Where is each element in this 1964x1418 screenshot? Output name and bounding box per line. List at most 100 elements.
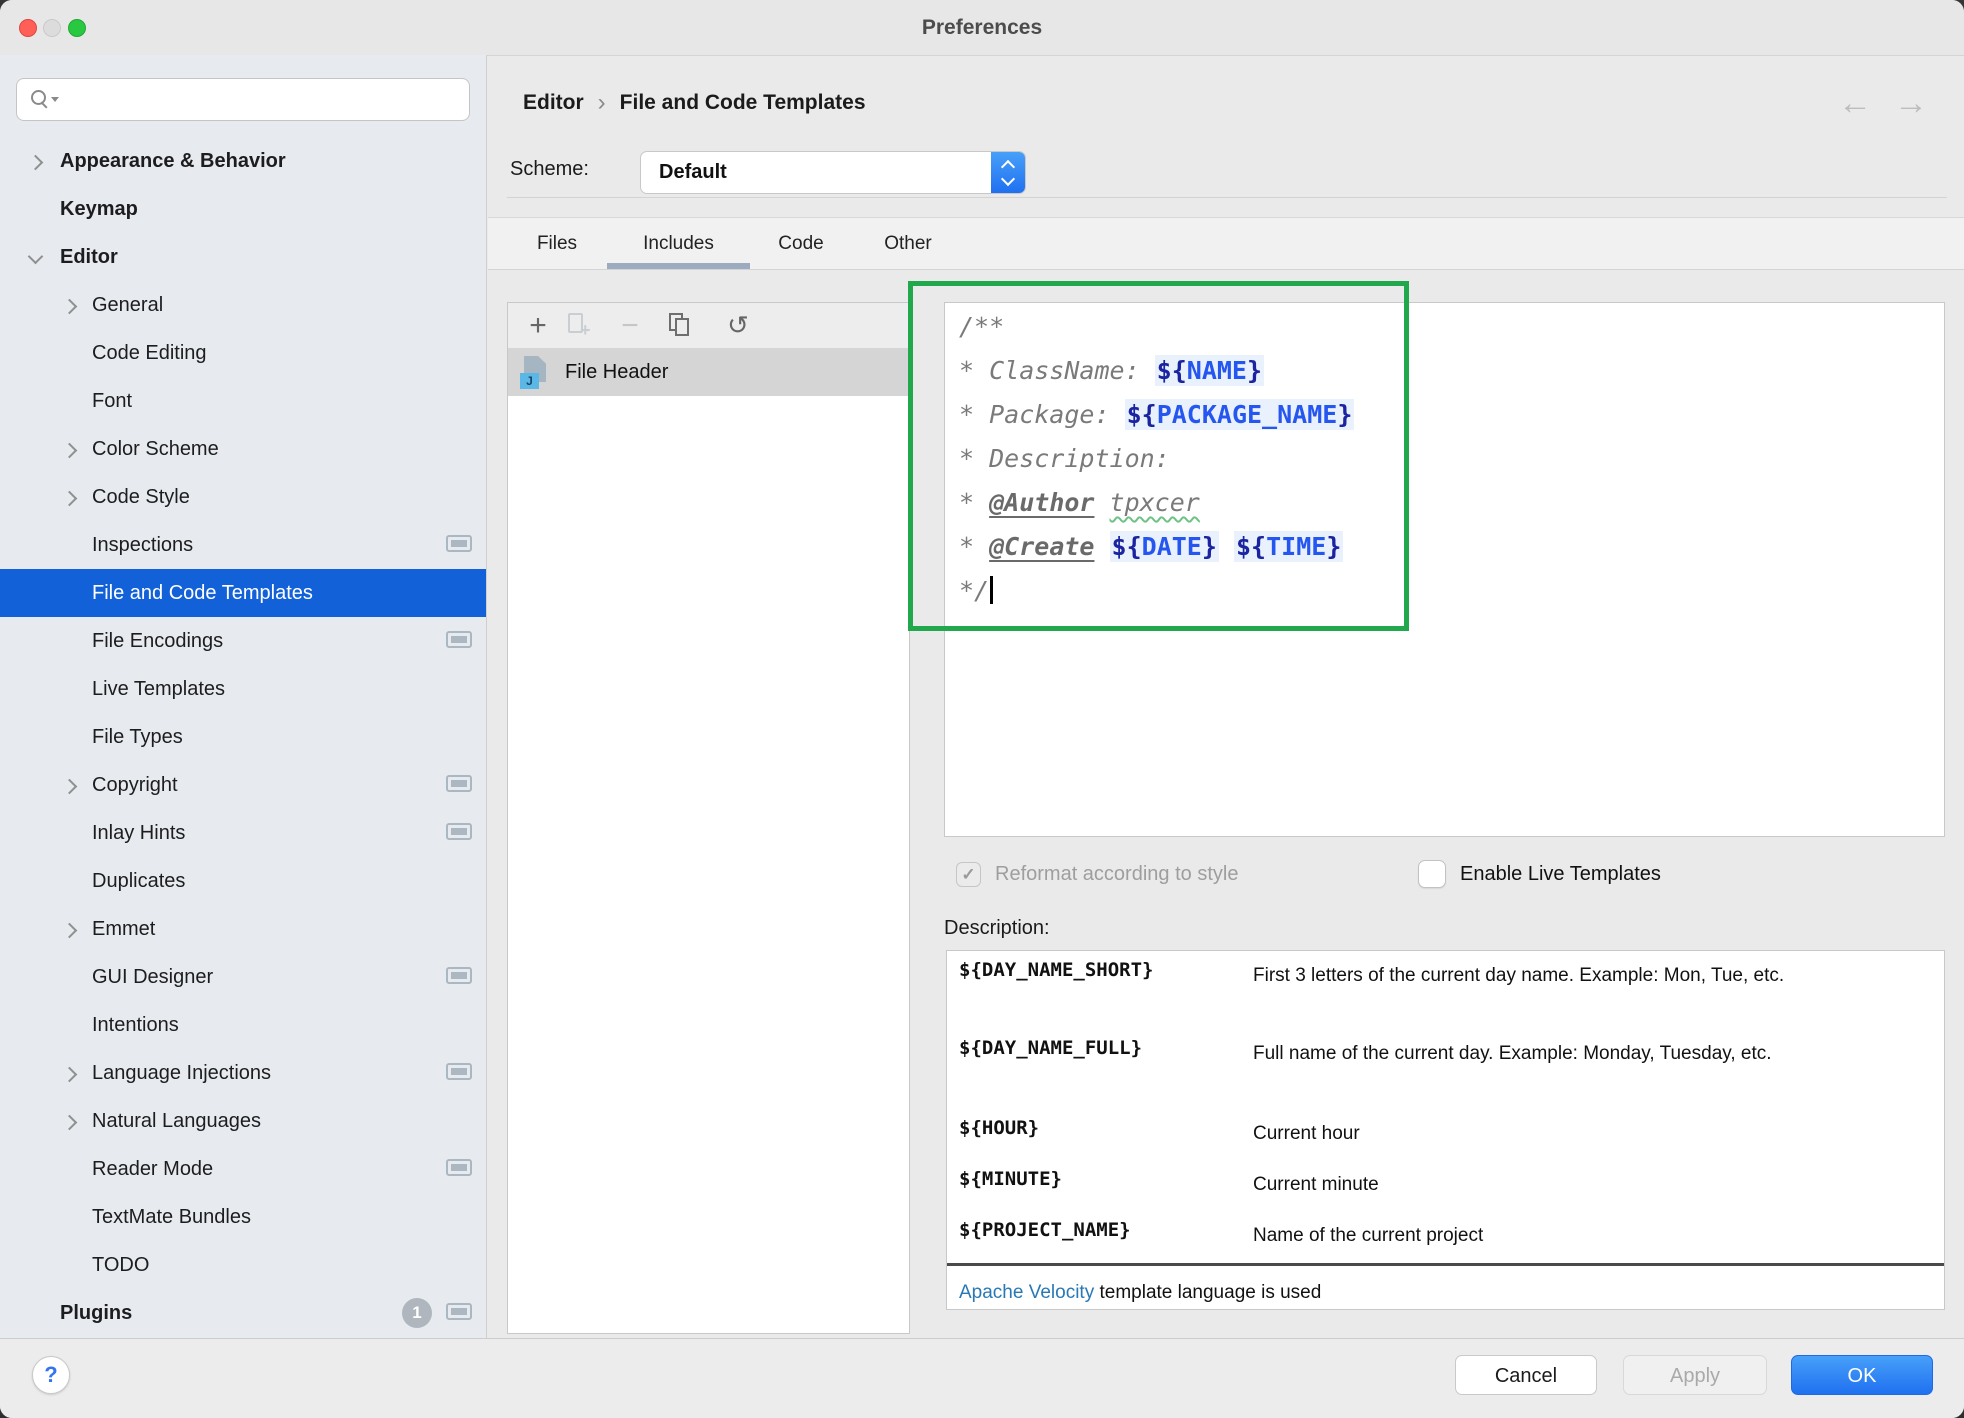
variable-row: ${HOUR}Current hour xyxy=(947,1117,1944,1149)
sidebar-item-file-types[interactable]: File Types xyxy=(0,713,486,761)
editor-config-icon xyxy=(446,535,472,552)
sidebar-item-code-style[interactable]: Code Style xyxy=(0,473,486,521)
file-template-icon: J xyxy=(520,356,550,389)
sidebar-item-label: Keymap xyxy=(60,185,138,233)
chevron-right-icon[interactable] xyxy=(62,443,78,459)
sidebar-item-editor[interactable]: Editor xyxy=(0,233,486,281)
ok-button[interactable]: OK xyxy=(1791,1355,1933,1395)
cancel-button[interactable]: Cancel xyxy=(1455,1355,1597,1395)
sidebar-item-plugins[interactable]: Plugins 1 xyxy=(0,1289,486,1337)
editor-config-icon xyxy=(446,1159,472,1176)
sidebar-item-label: GUI Designer xyxy=(92,953,213,1001)
sidebar-item-natural-languages[interactable]: Natural Languages xyxy=(0,1097,486,1145)
sidebar-item-live-templates[interactable]: Live Templates xyxy=(0,665,486,713)
plugins-count-badge: 1 xyxy=(402,1298,432,1328)
tab-code[interactable]: Code xyxy=(770,218,832,269)
description-separator xyxy=(947,1263,1944,1266)
sidebar-item-file-and-code-templates[interactable]: File and Code Templates xyxy=(0,569,486,617)
variable-row: ${DAY_NAME_SHORT}First 3 letters of the … xyxy=(947,959,1944,991)
text-cursor xyxy=(990,576,993,604)
sidebar-item-label: File Types xyxy=(92,713,183,761)
dropdown-stepper-icon[interactable] xyxy=(991,152,1025,193)
reset-template-icon[interactable]: ↺ xyxy=(720,303,756,348)
chevron-right-icon[interactable] xyxy=(62,491,78,507)
sidebar-item-inlay-hints[interactable]: Inlay Hints xyxy=(0,809,486,857)
chevron-right-icon[interactable] xyxy=(62,299,78,315)
tab-files[interactable]: Files xyxy=(524,218,590,269)
sidebar-tree: Appearance & BehaviorKeymapEditorGeneral… xyxy=(0,55,486,1338)
live-templates-checkbox[interactable] xyxy=(1418,860,1446,888)
chevron-right-icon[interactable] xyxy=(62,1115,78,1131)
breadcrumb-editor[interactable]: Editor xyxy=(523,91,584,115)
editor-config-icon xyxy=(446,1063,472,1080)
sidebar-item-label: Plugins xyxy=(60,1289,132,1337)
sidebar-item-font[interactable]: Font xyxy=(0,377,486,425)
tab-label: Includes xyxy=(643,233,714,254)
sidebar-item-label: Copyright xyxy=(92,761,178,809)
chevron-right-icon[interactable] xyxy=(62,923,78,939)
template-item-file-header[interactable]: J File Header xyxy=(508,349,909,396)
sidebar-item-appearance-behavior[interactable]: Appearance & Behavior xyxy=(0,137,486,185)
tab-includes[interactable]: Includes xyxy=(607,218,750,269)
settings-sidebar: Appearance & BehaviorKeymapEditorGeneral… xyxy=(0,55,487,1338)
sidebar-item-label: Reader Mode xyxy=(92,1145,213,1193)
scheme-dropdown[interactable]: Default xyxy=(640,151,1026,194)
code-segment: * ClassName: xyxy=(959,356,1155,385)
sidebar-item-duplicates[interactable]: Duplicates xyxy=(0,857,486,905)
chevron-right-icon[interactable] xyxy=(28,155,44,171)
code-segment: /** xyxy=(959,312,1004,341)
template-tabs: Files Includes Code Other xyxy=(488,217,1964,270)
reformat-checkbox[interactable]: ✓ xyxy=(956,862,981,887)
variable-description: Name of the current project xyxy=(1253,1219,1793,1251)
sidebar-item-label: Appearance & Behavior xyxy=(60,137,286,185)
sidebar-item-emmet[interactable]: Emmet xyxy=(0,905,486,953)
sidebar-item-label: Intentions xyxy=(92,1001,179,1049)
chevron-down-icon[interactable] xyxy=(28,249,44,265)
code-segment: tpxcer xyxy=(1110,488,1200,517)
chevron-right-icon[interactable] xyxy=(62,1067,78,1083)
sidebar-item-label: Language Injections xyxy=(92,1049,271,1097)
template-code[interactable]: /*** ClassName: ${NAME}* Package: ${PACK… xyxy=(959,305,1354,613)
code-segment: * Package: xyxy=(959,400,1125,429)
sidebar-item-label: Editor xyxy=(60,233,118,281)
sidebar-item-language-injections[interactable]: Language Injections xyxy=(0,1049,486,1097)
sidebar-item-general[interactable]: General xyxy=(0,281,486,329)
code-segment: * xyxy=(959,532,989,561)
sidebar-item-todo[interactable]: TODO xyxy=(0,1241,486,1289)
sidebar-item-gui-designer[interactable]: GUI Designer xyxy=(0,953,486,1001)
selected-tab-underline xyxy=(607,263,750,269)
apache-velocity-link[interactable]: Apache Velocity xyxy=(959,1282,1094,1303)
page-title: File and Code Templates xyxy=(620,91,866,115)
sidebar-item-inspections[interactable]: Inspections xyxy=(0,521,486,569)
code-segment: * xyxy=(959,488,989,517)
velocity-note: Apache Velocity template language is use… xyxy=(959,1277,1321,1309)
remove-template-icon[interactable]: − xyxy=(612,303,648,348)
template-editor-panel[interactable]: /*** ClassName: ${NAME}* Package: ${PACK… xyxy=(944,302,1945,837)
help-button[interactable]: ? xyxy=(32,1356,70,1394)
sidebar-item-intentions[interactable]: Intentions xyxy=(0,1001,486,1049)
sidebar-item-label: Code Editing xyxy=(92,329,207,377)
template-list-panel: + + − ↺ J File Header xyxy=(507,302,910,1334)
duplicate-template-icon[interactable] xyxy=(666,313,696,341)
sidebar-item-keymap[interactable]: Keymap xyxy=(0,185,486,233)
add-template-icon[interactable]: + xyxy=(520,303,556,348)
scheme-selected-value: Default xyxy=(659,152,727,193)
sidebar-item-textmate-bundles[interactable]: TextMate Bundles xyxy=(0,1193,486,1241)
sidebar-item-label: File and Code Templates xyxy=(92,569,313,617)
tab-other[interactable]: Other xyxy=(877,218,939,269)
sidebar-item-file-encodings[interactable]: File Encodings xyxy=(0,617,486,665)
sidebar-item-code-editing[interactable]: Code Editing xyxy=(0,329,486,377)
forward-arrow-icon[interactable]: → xyxy=(1894,84,1928,123)
sidebar-item-reader-mode[interactable]: Reader Mode xyxy=(0,1145,486,1193)
apply-button[interactable]: Apply xyxy=(1623,1355,1767,1395)
variable-row: ${MINUTE}Current minute xyxy=(947,1168,1944,1200)
add-child-template-icon[interactable]: + xyxy=(564,311,594,341)
header-separator xyxy=(507,197,1947,198)
back-arrow-icon[interactable]: ← xyxy=(1838,84,1872,123)
chevron-right-icon[interactable] xyxy=(62,779,78,795)
sidebar-item-copyright[interactable]: Copyright xyxy=(0,761,486,809)
sidebar-item-color-scheme[interactable]: Color Scheme xyxy=(0,425,486,473)
editor-config-icon xyxy=(446,631,472,648)
reformat-option: ✓ Reformat according to style xyxy=(956,862,1238,887)
template-list-toolbar: + + − ↺ xyxy=(508,303,909,349)
